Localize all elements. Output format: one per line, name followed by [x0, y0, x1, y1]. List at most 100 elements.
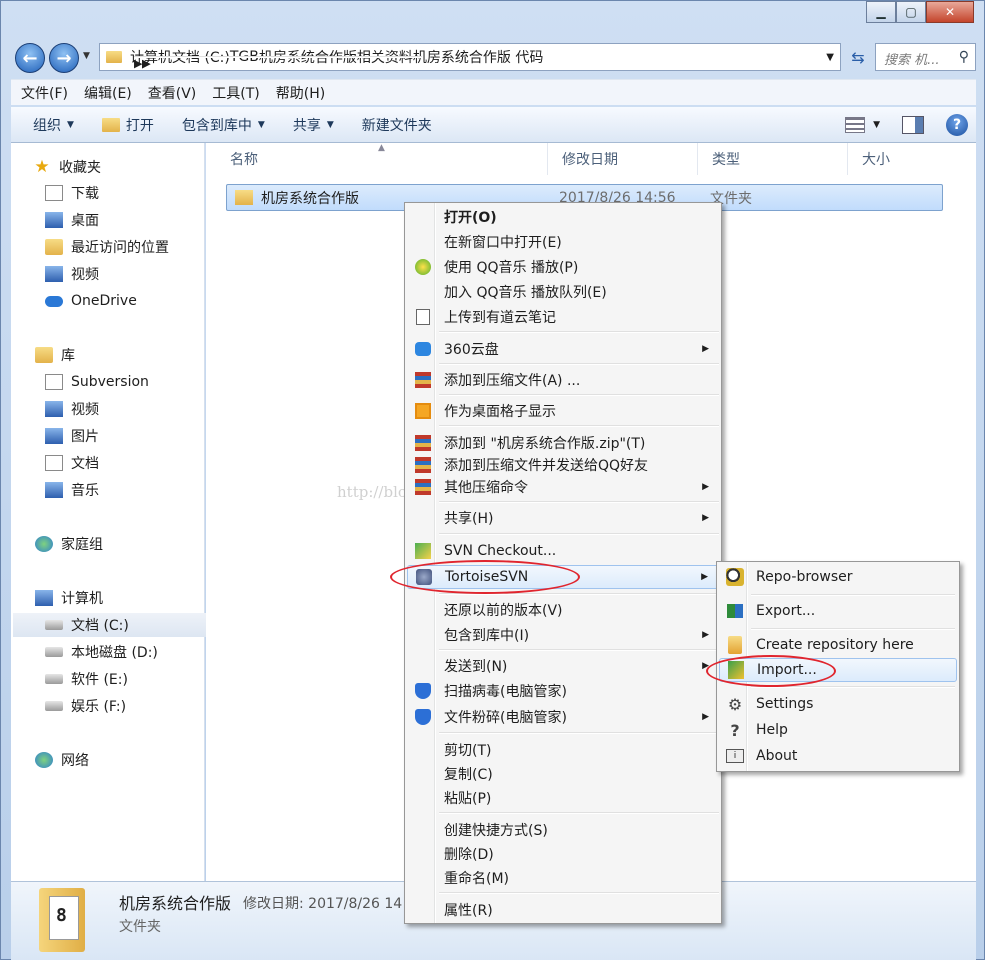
- drive-icon: [45, 647, 63, 657]
- view-dropdown-icon[interactable]: ▼: [873, 120, 880, 130]
- menu-item-export[interactable]: Export...: [719, 599, 957, 623]
- history-dropdown-icon[interactable]: ▼: [83, 51, 90, 61]
- menu-item-copy[interactable]: 复制(C): [407, 762, 719, 786]
- search-box[interactable]: 搜索 机... ⚲: [875, 43, 976, 71]
- nav-favorites[interactable]: ★ 收藏夹: [33, 155, 227, 179]
- about-icon: i: [726, 747, 744, 765]
- nav-label: 视频: [71, 267, 99, 283]
- menu-item-send-to[interactable]: 发送到(N) ▶: [407, 654, 719, 678]
- menu-item-rename[interactable]: 重命名(M): [407, 866, 719, 890]
- menu-label: Import...: [757, 662, 817, 678]
- include-label: 包含到库中: [181, 117, 252, 134]
- menu-item-import[interactable]: Import...: [719, 658, 957, 682]
- menu-item-shred[interactable]: 文件粉碎(电脑管家) ▶: [407, 705, 719, 729]
- nav-libraries[interactable]: 库: [35, 343, 229, 367]
- menu-tools[interactable]: 工具(T): [202, 83, 265, 103]
- menu-item-qq-play[interactable]: 使用 QQ音乐 播放(P): [407, 255, 719, 279]
- menu-item-360-cloud[interactable]: 360云盘 ▶: [407, 337, 719, 361]
- menu-item-qq-queue[interactable]: 加入 QQ音乐 播放队列(E): [407, 280, 719, 304]
- view-options-icon[interactable]: [845, 117, 866, 133]
- menu-item-open[interactable]: 打开(O): [407, 205, 719, 229]
- nav-label: 计算机: [61, 591, 103, 607]
- menu-item-delete[interactable]: 删除(D): [407, 842, 719, 866]
- nav-homegroup[interactable]: 家庭组: [35, 532, 229, 556]
- sort-up-icon: ▲: [378, 143, 385, 153]
- menu-item-add-zip[interactable]: 添加到 "机房系统合作版.zip"(T): [407, 431, 719, 455]
- menu-item-scan-virus[interactable]: 扫描病毒(电脑管家): [407, 679, 719, 703]
- winrar-icon: [414, 478, 432, 496]
- menu-item-properties[interactable]: 属性(R): [407, 898, 719, 922]
- menu-item-cut[interactable]: 剪切(T): [407, 738, 719, 762]
- nav-label: 下载: [71, 186, 99, 202]
- column-label: 修改日期: [562, 152, 618, 168]
- column-size[interactable]: 大小: [848, 143, 968, 175]
- column-name[interactable]: 名称 ▲: [216, 143, 548, 175]
- close-button[interactable]: ✕: [926, 1, 974, 23]
- organize-button[interactable]: 组织 ▼: [11, 115, 88, 135]
- menu-label: SVN Checkout...: [444, 543, 557, 559]
- minimize-button[interactable]: ▁: [866, 1, 896, 23]
- share-button[interactable]: 共享 ▼: [279, 115, 348, 135]
- menu-item-tortoisesvn[interactable]: TortoiseSVN ▶: [407, 565, 719, 589]
- menu-item-add-send-qq[interactable]: 添加到压缩文件并发送给QQ好友: [407, 453, 719, 477]
- forward-arrow-icon: →: [56, 47, 72, 69]
- nav-network[interactable]: 网络: [35, 748, 229, 772]
- dropdown-icon: ▼: [67, 119, 74, 130]
- menu-item-youdao[interactable]: 上传到有道云笔记: [407, 305, 719, 329]
- maximize-button[interactable]: ▢: [896, 1, 926, 23]
- menu-label: 其他压缩命令: [444, 480, 528, 496]
- maximize-icon: ▢: [905, 5, 917, 19]
- include-library-button[interactable]: 包含到库中 ▼: [168, 115, 279, 135]
- menu-item-desktop-grid[interactable]: 作为桌面格子显示: [407, 399, 719, 423]
- search-icon[interactable]: ⚲: [959, 49, 969, 65]
- menu-item-settings[interactable]: ⚙ Settings: [719, 692, 957, 716]
- menu-item-include-library[interactable]: 包含到库中(I) ▶: [407, 623, 719, 647]
- menu-label: Export...: [756, 603, 816, 619]
- menu-item-create-shortcut[interactable]: 创建快捷方式(S): [407, 818, 719, 842]
- address-bar[interactable]: ▶ 计算机 ▶ 文档 (C:) ▶ TGB ▶ 机房系统合作版相关资料 ▶ 机房…: [99, 43, 841, 71]
- menu-item-other-compress[interactable]: 其他压缩命令 ▶: [407, 475, 719, 499]
- menu-item-repo-browser[interactable]: Repo-browser: [719, 565, 957, 589]
- menu-separator: [439, 501, 719, 503]
- menu-item-add-archive[interactable]: 添加到压缩文件(A) ...: [407, 368, 719, 392]
- open-button[interactable]: 打开: [88, 115, 168, 135]
- menu-item-share[interactable]: 共享(H) ▶: [407, 506, 719, 530]
- menu-item-open-new-window[interactable]: 在新窗口中打开(E): [407, 230, 719, 254]
- refresh-button[interactable]: ⇆: [847, 45, 869, 69]
- menu-separator: [439, 533, 719, 535]
- menu-item-svn-checkout[interactable]: SVN Checkout...: [407, 539, 719, 563]
- help-icon[interactable]: ?: [946, 114, 968, 136]
- address-dropdown-icon[interactable]: ▼: [826, 52, 834, 63]
- menu-separator: [751, 686, 955, 688]
- nav-drive-c[interactable]: 文档 (C:): [13, 613, 207, 637]
- breadcrumb-item[interactable]: 机房系统合作版 代码: [413, 47, 543, 67]
- nav-label: OneDrive: [71, 293, 137, 309]
- column-type[interactable]: 类型: [698, 143, 848, 175]
- menu-item-restore[interactable]: 还原以前的版本(V): [407, 598, 719, 622]
- menu-item-help[interactable]: ? Help: [719, 718, 957, 742]
- nav-label: 软件 (E:): [71, 672, 128, 688]
- back-button[interactable]: ←: [15, 43, 45, 73]
- chevron-right-icon[interactable]: ▶: [142, 56, 422, 70]
- submenu-arrow-icon: ▶: [702, 513, 709, 523]
- menu-item-create-repository[interactable]: Create repository here: [719, 633, 957, 657]
- winrar-icon: [414, 456, 432, 474]
- new-folder-button[interactable]: 新建文件夹: [348, 115, 446, 135]
- nav-computer[interactable]: 计算机: [35, 586, 229, 610]
- menu-file[interactable]: 文件(F): [11, 83, 74, 103]
- menu-edit[interactable]: 编辑(E): [74, 83, 138, 103]
- desktop-icon: [45, 212, 63, 228]
- forward-button[interactable]: →: [49, 43, 79, 73]
- menu-label: Repo-browser: [756, 569, 853, 585]
- column-modified[interactable]: 修改日期: [548, 143, 698, 175]
- column-label: 大小: [862, 152, 890, 168]
- preview-pane-icon[interactable]: [902, 116, 924, 134]
- menu-item-paste[interactable]: 粘贴(P): [407, 786, 719, 810]
- menu-help[interactable]: 帮助(H): [266, 83, 331, 103]
- drive-icon: [45, 620, 63, 630]
- menu-label: About: [756, 748, 798, 764]
- nav-label: 网络: [61, 753, 89, 769]
- menu-view[interactable]: 查看(V): [138, 83, 203, 103]
- submenu-arrow-icon: ▶: [701, 572, 708, 582]
- menu-item-about[interactable]: i About: [719, 744, 957, 768]
